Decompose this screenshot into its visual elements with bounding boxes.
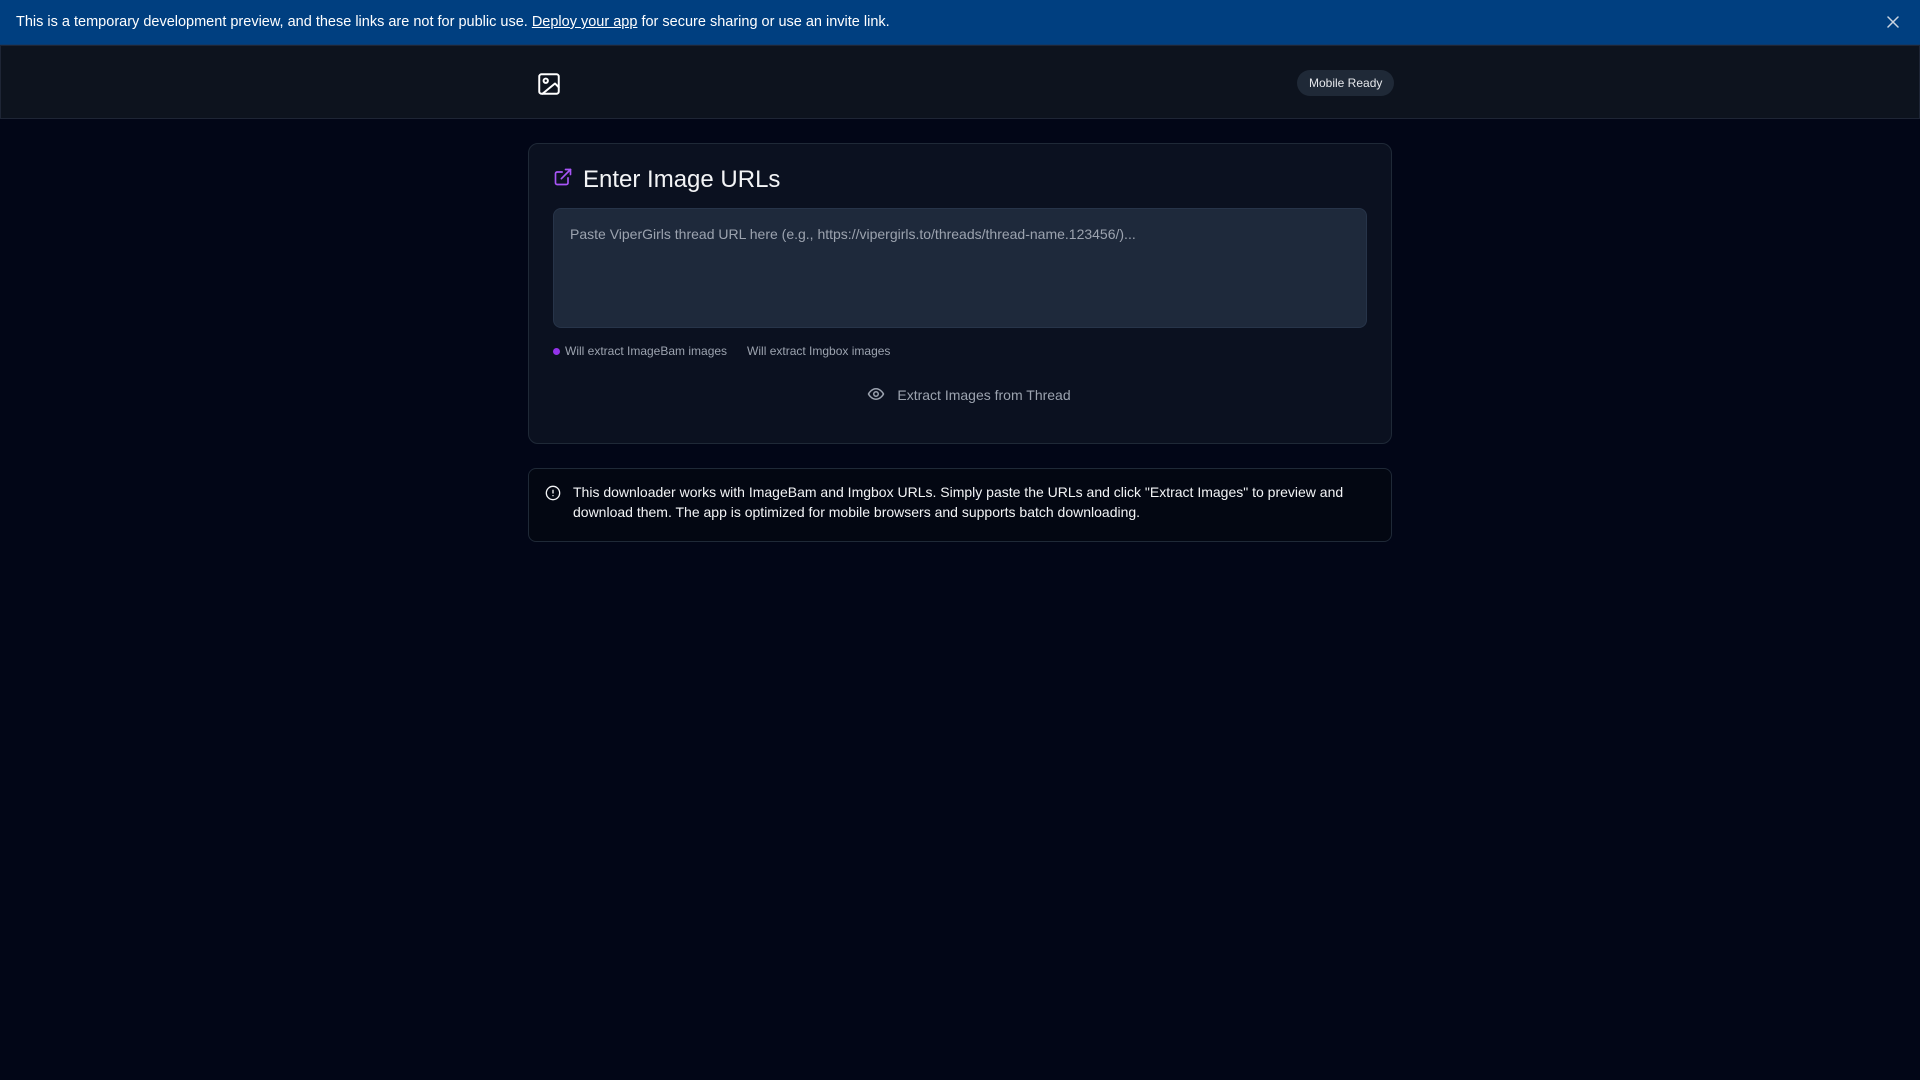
hint-imagebam: Will extract ImageBam images: [553, 344, 727, 358]
deploy-app-link[interactable]: Deploy your app: [532, 14, 638, 30]
alert-circle-icon: [545, 485, 561, 501]
mobile-ready-badge: Mobile Ready: [1297, 70, 1395, 96]
hint-imgbox-text: Will extract Imgbox images: [747, 344, 891, 358]
thread-url-input[interactable]: [553, 208, 1367, 328]
extract-images-button[interactable]: Extract Images from Thread: [859, 380, 1079, 410]
dev-preview-banner: This is a temporary development preview,…: [0, 0, 1920, 45]
eye-icon: [867, 385, 885, 406]
app-header: Mobile Ready: [0, 45, 1920, 119]
info-alert: This downloader works with ImageBam and …: [528, 468, 1392, 542]
banner-text-before: This is a temporary development preview,…: [16, 14, 532, 30]
extraction-hints: Will extract ImageBam images Will extrac…: [553, 344, 890, 358]
card-title: Enter Image URLs: [553, 166, 780, 194]
image-icon: [536, 71, 562, 97]
banner-text: This is a temporary development preview,…: [16, 14, 890, 30]
status-dot-icon: [553, 347, 560, 355]
external-link-icon: [553, 166, 573, 194]
hint-imagebam-text: Will extract ImageBam images: [565, 344, 728, 358]
close-icon[interactable]: [1884, 13, 1902, 31]
url-input-card: Enter Image URLs Will extract ImageBam i…: [528, 143, 1392, 444]
card-title-text: Enter Image URLs: [583, 166, 781, 193]
extract-button-label: Extract Images from Thread: [897, 387, 1071, 403]
info-text: This downloader works with ImageBam and …: [573, 484, 1344, 520]
banner-text-after: for secure sharing or use an invite link…: [637, 14, 890, 30]
hint-imgbox: Will extract Imgbox images: [747, 344, 890, 358]
